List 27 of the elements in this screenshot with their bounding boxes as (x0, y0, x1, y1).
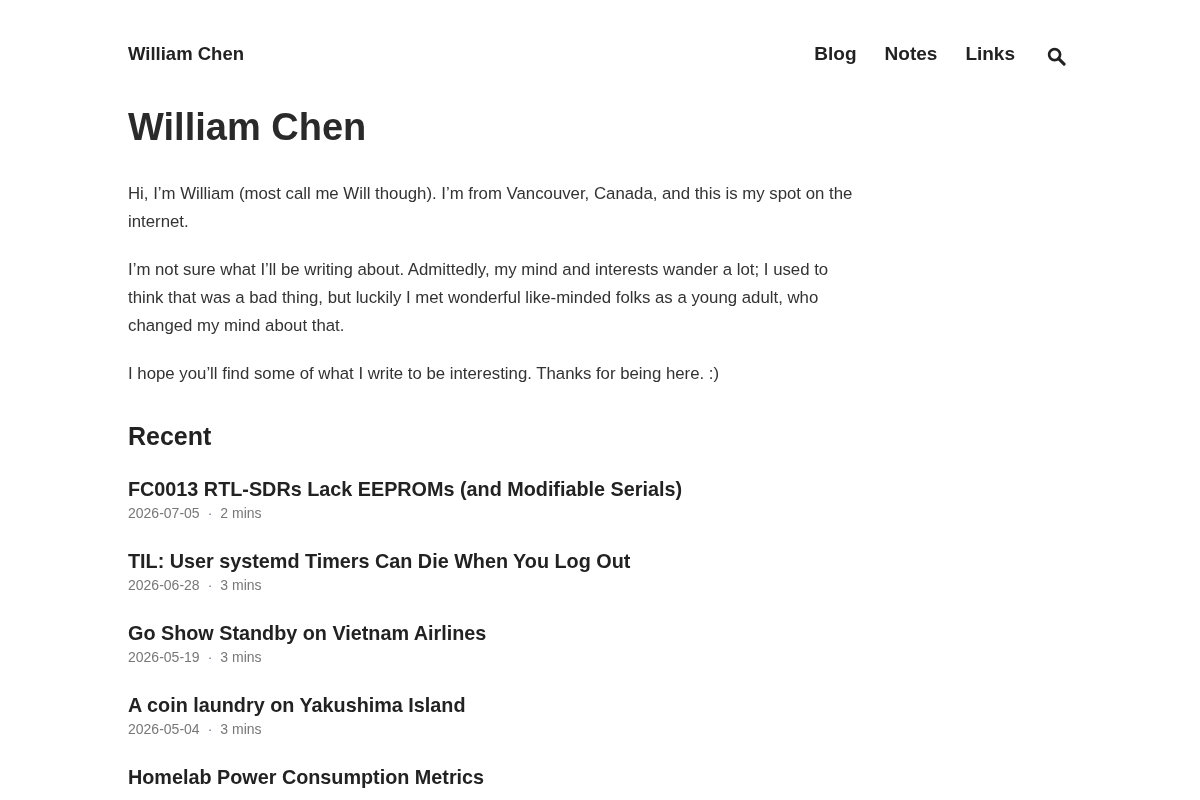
search-icon[interactable] (1047, 46, 1066, 66)
read-time: 3 mins (220, 576, 262, 595)
nav-link[interactable]: Blog (814, 42, 857, 66)
meta-separator: · (207, 720, 213, 739)
nav-link[interactable]: Notes (884, 42, 938, 66)
post-title-link[interactable]: FC0013 RTL-SDRs Lack EEPROMs (and Modifiable Serials) (128, 476, 682, 502)
post-title-link[interactable]: A coin laundry on Yakushima Island (128, 692, 466, 718)
intro-paragraph: I hope you’ll find some of what I write to be interesting. Thanks for being here. :) (128, 363, 721, 385)
intro-paragraph: Hi, I’m William (most call me Will though). I’m from Vancouver, Canada, and this is my spot on the internet. (128, 183, 854, 233)
post-date: 2026-06-28 (128, 576, 200, 595)
site-title-link[interactable]: William Chen (128, 42, 244, 66)
nav-link[interactable]: Links (965, 42, 1015, 66)
meta-separator: · (207, 648, 213, 667)
post-title-link[interactable]: Homelab Power Consumption Metrics (128, 764, 485, 790)
post-date: 2026-07-05 (128, 504, 200, 523)
post-title-link[interactable]: TIL: User systemd Timers Can Die When You Log Out (128, 548, 631, 574)
post-title-link[interactable]: Go Show Standby on Vietnam Airlines (128, 620, 487, 646)
read-time: 3 mins (220, 720, 262, 739)
post-date: 2026-05-19 (128, 648, 200, 667)
post-date: 2026-05-04 (128, 720, 200, 739)
meta-separator: · (207, 576, 213, 595)
read-time: 3 mins (220, 648, 262, 667)
meta-separator: · (207, 504, 213, 523)
intro-paragraph: I’m not sure what I’ll be writing about. Admittedly, my mind and interests wander a lot; I used to think that was a bad thing, but luckily I met wonderful like-minded folks as a young adult, who changed my mind about that. (128, 259, 830, 337)
page-title: William Chen (128, 105, 368, 150)
section-heading: Recent (128, 421, 213, 452)
read-time: 2 mins (220, 504, 262, 523)
